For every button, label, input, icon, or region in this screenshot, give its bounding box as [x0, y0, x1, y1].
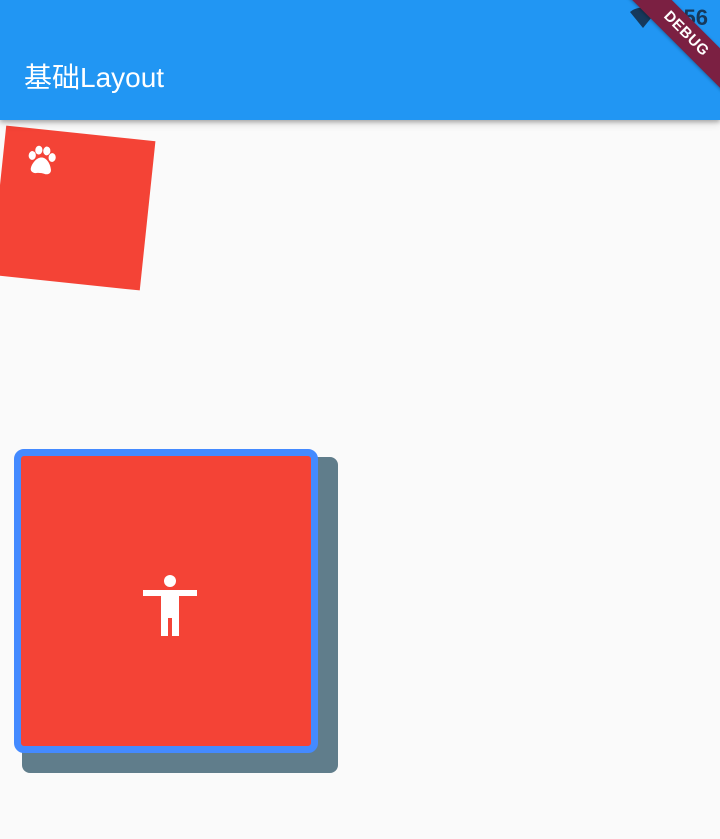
status-bar: 8:56	[629, 4, 708, 32]
accessibility-icon	[143, 575, 197, 636]
status-time: 8:56	[663, 5, 708, 30]
wifi-icon	[629, 7, 656, 28]
decorated-red-card	[14, 449, 318, 753]
paw-icon	[28, 145, 56, 175]
app-bar: 8:56 基础Layout	[0, 0, 720, 120]
app-screen: 8:56 基础Layout DEBUG	[0, 0, 720, 839]
page-title: 基础Layout	[24, 62, 165, 93]
rotated-red-box	[0, 125, 156, 291]
